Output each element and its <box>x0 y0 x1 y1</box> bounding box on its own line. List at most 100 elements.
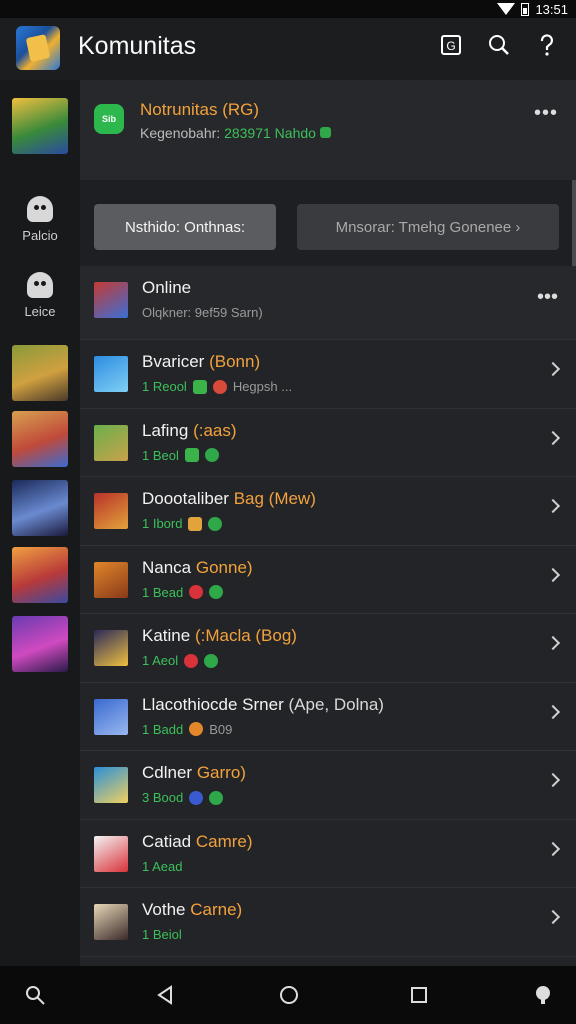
chevron-right-icon <box>545 567 561 582</box>
status-bar: 13:51 <box>0 0 576 18</box>
status-icon <box>209 790 224 805</box>
game-thumbnail <box>94 904 128 940</box>
list-item-meta: 1 Reool Hegpsh ... <box>142 379 293 394</box>
chevron-right-icon <box>545 909 561 925</box>
list-item[interactable]: Llacothiocde Srner (Ape, Dolna) 1 Badd B09 <box>80 683 576 751</box>
status-icon <box>189 790 204 805</box>
community-badge: Sib <box>94 104 124 134</box>
list-item[interactable]: Lafing (:aas) 1 Beol <box>80 409 576 477</box>
chevron-right-icon <box>545 772 561 788</box>
community-header[interactable]: Sib Notrunitas (RG) Kegenobahr: 283971 N… <box>80 80 576 180</box>
list-item-title: Llacothiocde Srner (Ape, Dolna) <box>142 694 384 714</box>
list-item[interactable]: Vothe Carne) 1 Beiol <box>80 888 576 957</box>
game-thumbnail <box>94 493 128 529</box>
chevron-right-icon <box>545 841 561 856</box>
community-icon <box>27 196 53 222</box>
game-thumbnail <box>94 767 128 803</box>
status-icon <box>212 379 227 394</box>
list-item-meta: 3 Bood <box>142 790 224 805</box>
community-list: Online Olqkner: 9ef59 Sarn) ••• Bvaricer (B… <box>80 266 576 966</box>
status-time: 13:51 <box>535 1 568 17</box>
list-item[interactable]: Doootaliber Bag (Mew) 1 Ibord <box>80 477 576 546</box>
game-thumbnail <box>94 835 128 872</box>
left-rail: Palcio Leice <box>0 80 80 966</box>
more-options-icon[interactable]: ••• <box>537 286 558 309</box>
list-item-title: Cdlner Garro) <box>142 763 246 782</box>
chevron-right-icon <box>545 498 561 514</box>
game-thumbnail[interactable] <box>12 411 68 467</box>
status-icon <box>208 516 223 531</box>
list-item-meta: 1 Aeol <box>142 653 219 668</box>
games-icon[interactable]: G <box>438 32 464 58</box>
list-item[interactable]: Online Olqkner: 9ef59 Sarn) ••• <box>80 266 576 340</box>
status-icon <box>189 722 204 736</box>
list-item-meta: Olqkner: 9ef59 Sarn) <box>142 305 263 320</box>
recents-icon[interactable] <box>406 982 432 1008</box>
list-item[interactable]: Dednnar (JI6) <box>80 957 576 967</box>
list-item-title: Katine (:Macla (Bog) <box>142 626 297 645</box>
assistant-icon[interactable] <box>530 982 556 1008</box>
game-thumbnail[interactable] <box>12 98 68 154</box>
filter-online-button[interactable]: Nsthido: Onthnas: <box>94 204 276 250</box>
list-item-meta: 1 Bead <box>142 585 224 600</box>
game-thumbnail <box>94 282 128 318</box>
status-icon <box>204 653 219 668</box>
status-icon <box>209 585 224 599</box>
status-icon <box>184 448 199 462</box>
game-thumbnail <box>94 698 128 735</box>
game-thumbnail[interactable] <box>12 480 68 536</box>
community-subtitle: Kegenobahr: 283971 Nahdo <box>140 125 331 141</box>
game-thumbnail[interactable] <box>12 345 68 401</box>
svg-text:G: G <box>446 39 455 53</box>
user-icon <box>27 272 53 298</box>
search-icon[interactable] <box>486 32 512 58</box>
status-icon <box>184 653 199 668</box>
list-item[interactable]: Catiad Camre) 1 Aead <box>80 820 576 888</box>
list-item-meta: 1 Ibord <box>142 516 223 531</box>
game-thumbnail[interactable] <box>12 547 68 603</box>
status-icon <box>189 585 204 599</box>
rail-item-leice[interactable]: Leice <box>0 272 80 319</box>
status-icon <box>188 516 203 531</box>
wifi-icon <box>497 3 516 15</box>
list-item-meta: 1 Badd B09 <box>142 721 233 737</box>
filter-sort-button[interactable]: Mnsorar: Tmehg Gonenee › <box>297 204 559 250</box>
filter-bar: Nsthido: Onthnas: Mnsorar: Tmehg Gonenee… <box>80 180 576 266</box>
rail-item-palcio[interactable]: Palcio <box>0 196 80 243</box>
home-icon[interactable] <box>276 982 302 1008</box>
chevron-right-icon <box>545 430 561 445</box>
search-icon[interactable] <box>22 982 48 1008</box>
status-icon <box>192 379 207 394</box>
list-item-meta: 1 Beiol <box>142 927 182 942</box>
list-item-meta: 1 Aead <box>142 858 183 874</box>
list-item-title: Catiad Camre) <box>142 831 253 851</box>
list-item[interactable]: Katine (:Macla (Bog) 1 Aeol <box>80 614 576 683</box>
more-options-icon[interactable]: ••• <box>534 102 558 125</box>
app-bar: Komunitas G <box>0 18 576 80</box>
status-icon <box>204 448 219 462</box>
help-icon[interactable] <box>534 32 560 58</box>
list-item[interactable]: Nanca Gonne) 1 Bead <box>80 546 576 614</box>
chevron-right-icon <box>545 704 561 719</box>
game-thumbnail <box>94 356 128 392</box>
game-thumbnail <box>94 424 128 461</box>
list-item[interactable]: Cdlner Garro) 3 Bood <box>80 751 576 820</box>
list-item-title: Nanca Gonne) <box>142 557 253 577</box>
game-thumbnail <box>94 561 128 598</box>
list-item-title: Online <box>142 278 192 297</box>
back-icon[interactable] <box>152 982 178 1008</box>
game-thumbnail[interactable] <box>12 616 68 672</box>
list-item-title: Lafing (:aas) <box>142 420 237 440</box>
chevron-right-icon <box>545 361 561 377</box>
list-item[interactable]: Bvaricer (Bonn) 1 Reool Hegpsh ... <box>80 340 576 409</box>
page-title: Komunitas <box>78 32 197 60</box>
list-item-title: Bvaricer (Bonn) <box>142 352 261 371</box>
list-item-title: Vothe Carne) <box>142 900 243 919</box>
system-nav-bar <box>0 966 576 1024</box>
app-logo[interactable] <box>16 26 60 70</box>
verified-icon <box>319 127 331 138</box>
main-panel: Sib Notrunitas (RG) Kegenobahr: 283971 N… <box>80 80 576 966</box>
list-item-meta: 1 Beol <box>142 448 219 463</box>
community-title: Notrunitas (RG) <box>140 100 260 119</box>
chevron-right-icon <box>545 635 561 651</box>
